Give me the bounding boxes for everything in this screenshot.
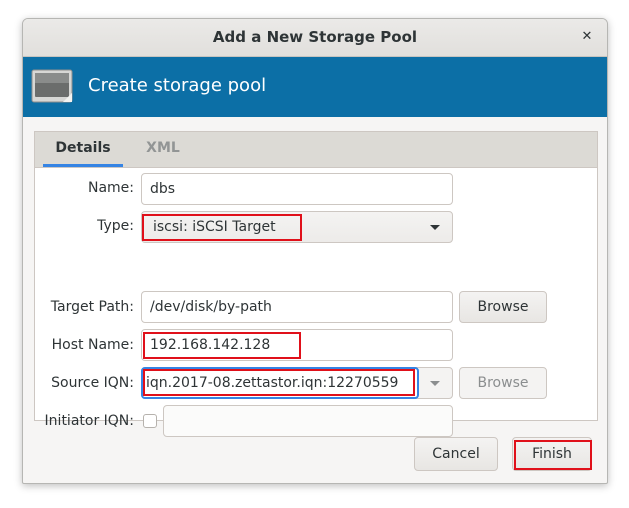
chevron-down-icon[interactable]: [430, 381, 440, 386]
name-input[interactable]: dbs: [141, 173, 453, 205]
source-iqn-combo[interactable]: iqn.2017-08.zettastor.iqn:12270559: [141, 367, 453, 399]
type-select-value: iscsi: iSCSI Target: [153, 219, 276, 235]
host-name-input[interactable]: 192.168.142.128: [141, 329, 453, 361]
host-name-label: Host Name:: [51, 337, 134, 353]
source-iqn-value: iqn.2017-08.zettastor.iqn:12270559: [146, 375, 399, 391]
initiator-iqn-input[interactable]: [163, 405, 453, 437]
source-iqn-label: Source IQN:: [51, 375, 134, 391]
tab-bar: Details XML: [34, 131, 598, 167]
name-label: Name:: [87, 180, 134, 196]
chevron-down-icon: [430, 225, 440, 230]
target-path-label: Target Path:: [50, 299, 134, 315]
details-panel: Name: dbs Type: iscsi: iSCSI Target Targ…: [34, 167, 598, 437]
tab-details[interactable]: Details: [43, 132, 123, 167]
initiator-iqn-label: Initiator IQN:: [44, 413, 134, 429]
titlebar: Add a New Storage Pool ✕: [23, 19, 607, 57]
browse-target-path-button[interactable]: Browse: [459, 291, 547, 323]
type-label: Type:: [97, 218, 134, 234]
finish-button[interactable]: Finish: [512, 437, 592, 471]
source-iqn-input[interactable]: iqn.2017-08.zettastor.iqn:12270559: [141, 367, 419, 399]
target-path-input[interactable]: /dev/disk/by-path: [141, 291, 453, 323]
window-title: Add a New Storage Pool: [212, 28, 418, 46]
initiator-iqn-checkbox[interactable]: [143, 414, 157, 428]
storage-pool-icon: [31, 69, 73, 103]
close-icon[interactable]: ✕: [577, 27, 597, 47]
cancel-button[interactable]: Cancel: [414, 437, 498, 471]
tab-xml[interactable]: XML: [131, 132, 195, 167]
type-select[interactable]: iscsi: iSCSI Target: [141, 211, 453, 243]
add-storage-pool-dialog: Add a New Storage Pool ✕ Create storage …: [22, 18, 608, 484]
banner-title: Create storage pool: [88, 75, 267, 96]
browse-source-iqn-button[interactable]: Browse: [459, 367, 547, 399]
header-banner: Create storage pool: [23, 57, 607, 117]
